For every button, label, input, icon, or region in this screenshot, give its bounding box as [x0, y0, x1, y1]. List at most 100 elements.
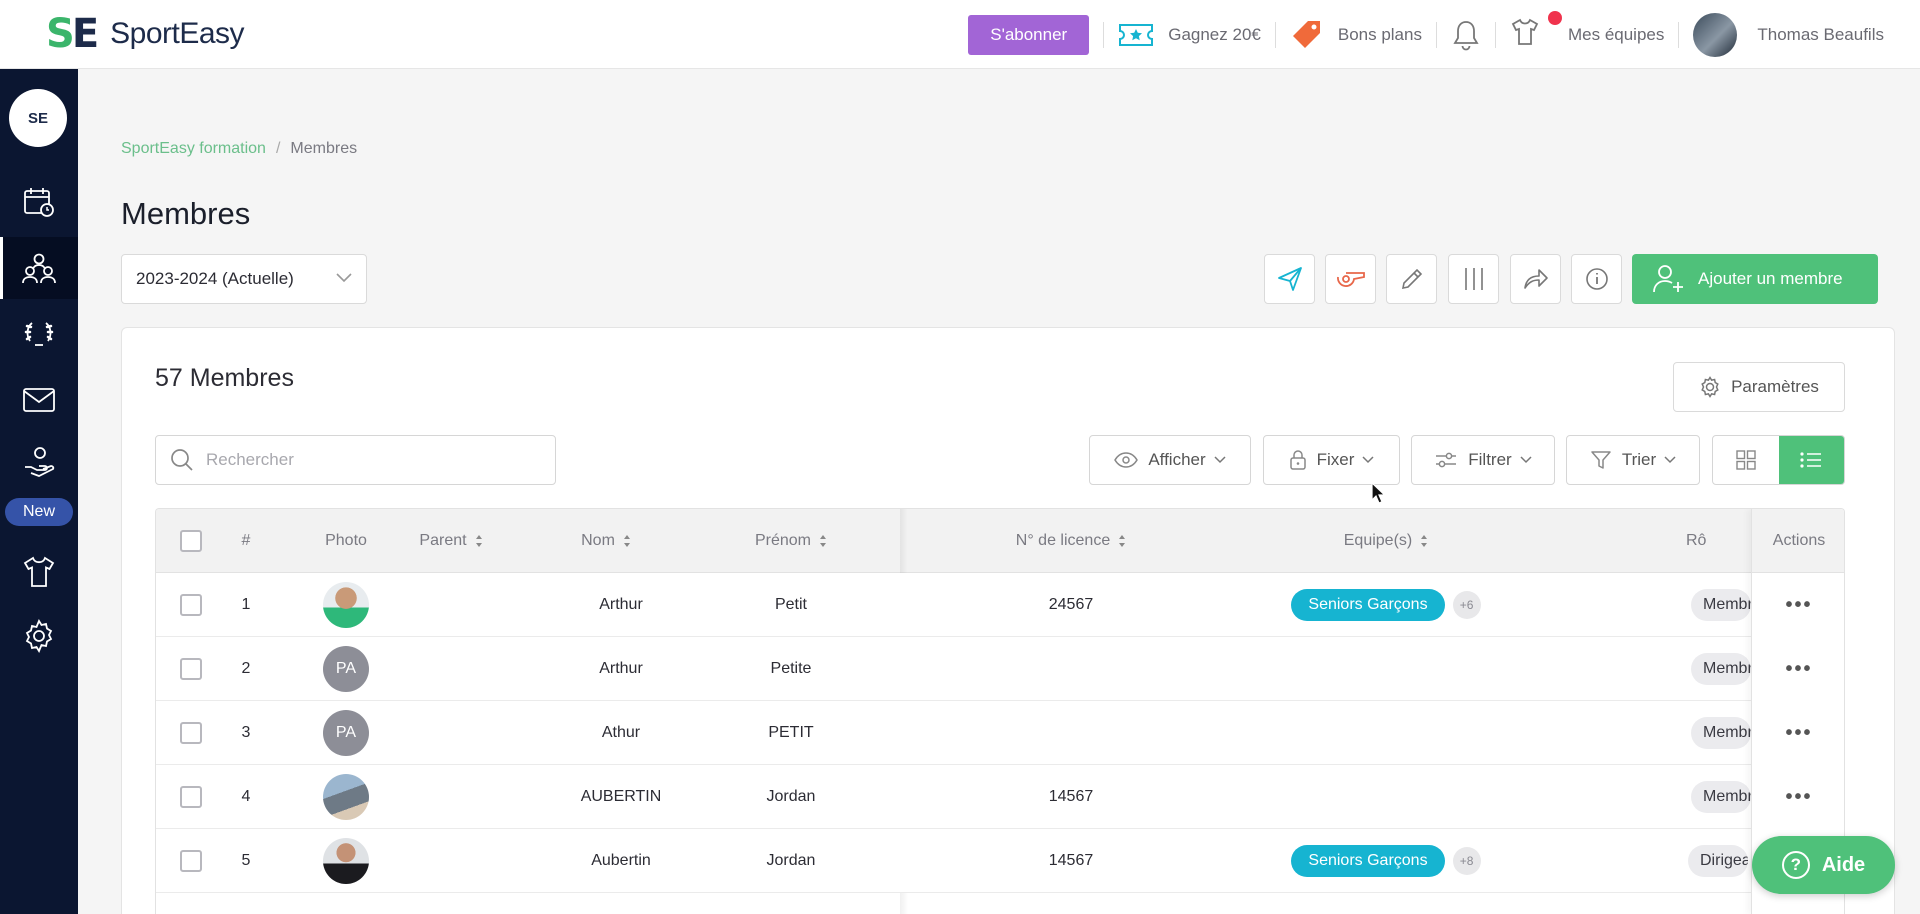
settings-button[interactable]: Paramètres: [1673, 362, 1845, 412]
user-menu[interactable]: Thomas Beaufils: [1693, 12, 1884, 57]
team-tag[interactable]: Seniors Garçons: [1291, 589, 1445, 621]
more-teams-badge[interactable]: +8: [1452, 847, 1481, 875]
col-first-name-label: Prénom: [754, 532, 812, 549]
row-checkbox[interactable]: [180, 658, 202, 680]
pin-dropdown[interactable]: Fixer: [1263, 435, 1400, 485]
season-select[interactable]: 2023-2024 (Actuelle): [121, 254, 367, 304]
show-dropdown[interactable]: Afficher: [1089, 435, 1251, 485]
col-photo: Photo: [325, 532, 367, 549]
sidebar-item-settings[interactable]: [0, 605, 78, 667]
sidebar-item-donations[interactable]: [0, 431, 78, 493]
sort-icon: [623, 535, 630, 547]
my-teams-link[interactable]: Mes équipes: [1510, 11, 1664, 52]
sidebar-item-messages[interactable]: [0, 369, 78, 431]
add-member-button[interactable]: Ajouter un membre: [1632, 254, 1878, 304]
sidebar-item-competitions[interactable]: [0, 303, 78, 365]
bell-icon: [1453, 20, 1479, 50]
help-button[interactable]: ? Aide: [1752, 836, 1895, 894]
col-last-name-label: Nom: [581, 532, 615, 549]
col-license[interactable]: N° de licence: [976, 509, 1166, 573]
row-checkbox-cell: [171, 765, 211, 829]
earn-link[interactable]: Gagnez 20€: [1118, 21, 1261, 49]
hand-heart-icon: [25, 447, 55, 477]
send-message-button[interactable]: [1264, 254, 1315, 304]
club-logo[interactable]: SE: [9, 89, 67, 147]
row-actions-button[interactable]: •••: [1752, 765, 1844, 829]
new-badge[interactable]: New: [5, 498, 73, 526]
member-photo[interactable]: [323, 774, 369, 820]
member-initials-avatar[interactable]: PA: [323, 646, 369, 692]
search-box[interactable]: [155, 435, 556, 485]
share-button[interactable]: [1510, 254, 1561, 304]
row-index: 4: [241, 788, 251, 805]
table-row[interactable]: 4 AUBERTIN Jordan 14567 Membre: [156, 765, 1844, 829]
col-parent[interactable]: Parent: [396, 509, 506, 573]
table-row[interactable]: 5 Aubertin Jordan 14567 Seniors Garçons +…: [156, 829, 1844, 893]
lock-icon: [1289, 450, 1306, 470]
table-row[interactable]: 1 Arthur Petit 24567 Seniors Garçons +6 M…: [156, 573, 1844, 637]
last-name: Athur: [601, 724, 641, 741]
pin-label: Fixer: [1316, 450, 1355, 469]
filter-dropdown[interactable]: Filtrer: [1411, 435, 1555, 485]
col-license-label: N° de licence: [1015, 532, 1111, 549]
breadcrumb-parent-link[interactable]: SportEasy formation: [121, 140, 266, 158]
sidebar-item-teams[interactable]: [0, 541, 78, 603]
member-photo[interactable]: [323, 838, 369, 884]
col-teams-label: Equipe(s): [1343, 532, 1413, 549]
info-button[interactable]: [1571, 254, 1622, 304]
mouse-cursor-icon: [1371, 482, 1385, 504]
deals-link[interactable]: Bons plans: [1290, 18, 1422, 52]
whistle-button[interactable]: [1325, 254, 1376, 304]
row-actions-button[interactable]: •••: [1752, 573, 1844, 637]
select-all-cell: [171, 509, 211, 573]
col-last-name[interactable]: Nom: [546, 509, 666, 573]
row-checkbox[interactable]: [180, 786, 202, 808]
sidebar-item-members[interactable]: [0, 237, 78, 299]
col-teams[interactable]: Equipe(s): [1286, 509, 1486, 573]
chevron-down-icon: [1520, 456, 1532, 464]
member-photo[interactable]: [323, 582, 369, 628]
license-number: 14567: [1048, 788, 1094, 805]
member-initials-avatar[interactable]: PA: [323, 710, 369, 756]
col-first-name[interactable]: Prénom: [716, 509, 866, 573]
more-teams-badge[interactable]: +6: [1452, 591, 1481, 619]
team-tag[interactable]: Seniors Garçons: [1291, 845, 1445, 877]
row-actions-button[interactable]: •••: [1752, 701, 1844, 765]
search-input[interactable]: [206, 450, 536, 470]
pencil-icon: [1401, 268, 1422, 290]
col-index: #: [241, 532, 251, 549]
notifications-button[interactable]: [1451, 19, 1481, 51]
grid-icon: [1736, 450, 1756, 470]
season-value: 2023-2024 (Actuelle): [136, 269, 294, 288]
list-view-button[interactable]: [1778, 436, 1844, 484]
sidebar-item-calendar[interactable]: [0, 171, 78, 233]
columns-button[interactable]: [1448, 254, 1499, 304]
calendar-icon: [24, 188, 54, 217]
role-cell: Membre: [1691, 765, 1753, 829]
member-photo-cell: [306, 573, 386, 637]
grid-view-button[interactable]: [1713, 436, 1779, 484]
select-all-checkbox[interactable]: [180, 530, 202, 552]
row-checkbox-cell: [171, 573, 211, 637]
last-name: AUBERTIN: [580, 788, 662, 805]
subscribe-button[interactable]: S'abonner: [968, 14, 1090, 55]
table-row[interactable]: 3 PA Athur PETIT Membre: [156, 701, 1844, 765]
sporteasy-logo[interactable]: SE SportEasy: [46, 14, 245, 54]
table-row[interactable]: 2 PA Arthur Petite Membre: [156, 637, 1844, 701]
edit-button[interactable]: [1386, 254, 1437, 304]
row-checkbox[interactable]: [180, 594, 202, 616]
settings-label: Paramètres: [1731, 377, 1819, 396]
row-checkbox[interactable]: [180, 722, 202, 744]
row-actions-button[interactable]: •••: [1752, 637, 1844, 701]
row-index: 5: [241, 852, 251, 869]
row-index: 3: [241, 724, 251, 741]
show-label: Afficher: [1148, 450, 1206, 469]
filter-label: Filtrer: [1468, 450, 1512, 469]
row-checkbox[interactable]: [180, 850, 202, 872]
settings-icon: [25, 619, 53, 653]
last-name: Arthur: [599, 596, 643, 613]
sort-dropdown[interactable]: Trier: [1566, 435, 1700, 485]
funnel-icon: [1591, 451, 1611, 469]
role-cell: Membre: [1691, 573, 1753, 637]
breadcrumb-current: Membres: [290, 140, 358, 157]
